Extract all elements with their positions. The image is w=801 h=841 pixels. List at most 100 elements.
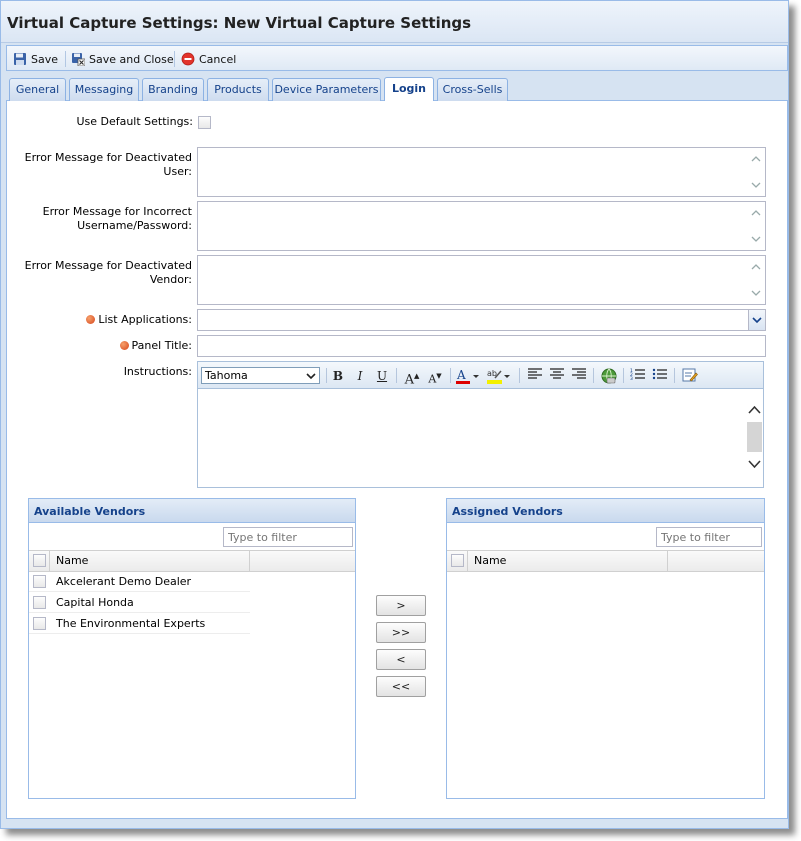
tab-products[interactable]: Products <box>207 78 269 101</box>
save-close-icon <box>72 53 85 66</box>
login-panel: Use Default Settings: Error Message for … <box>6 101 788 819</box>
use-default-label: Use Default Settings: <box>76 115 193 128</box>
chevron-up-icon <box>751 156 761 162</box>
align-right-icon[interactable] <box>570 367 588 385</box>
tab-device-parameters[interactable]: Device Parameters <box>272 78 381 101</box>
incorrect-login-label: Error Message for Incorrect Username/Pas… <box>42 205 192 232</box>
window-title: Virtual Capture Settings: New Virtual Ca… <box>7 14 472 32</box>
list-applications-combo[interactable] <box>197 309 766 331</box>
vendor-name: Capital Honda <box>56 596 134 609</box>
tab-login[interactable]: Login <box>384 77 434 102</box>
panel-title-label: Panel Title: <box>131 339 192 352</box>
align-left-icon[interactable] <box>526 367 544 385</box>
column-header-name[interactable]: Name <box>468 551 668 571</box>
textarea-scrollbar[interactable] <box>748 256 765 304</box>
svg-text:3: 3 <box>630 376 633 381</box>
source-edit-glyph-icon <box>682 368 698 382</box>
assigned-vendors-panel: Assigned Vendors Name <box>446 498 765 799</box>
toolbar: Save Save and Close Cancel <box>6 45 788 71</box>
use-default-checkbox[interactable] <box>198 116 211 129</box>
floppy-disk-icon <box>14 53 26 65</box>
textarea-scrollbar[interactable] <box>748 202 765 250</box>
bulleted-list-icon[interactable] <box>651 367 669 385</box>
assigned-grid-header: Name <box>447 550 764 572</box>
font-family-value: Tahoma <box>205 369 248 382</box>
tab-cross-sells[interactable]: Cross-Sells <box>437 78 508 101</box>
remove-all-button[interactable]: << <box>376 676 426 697</box>
save-and-close-button[interactable]: Save and Close <box>71 50 174 68</box>
instructions-editor[interactable]: Tahoma B I U A▲ A▼ A ab 1 2 3 <box>197 361 764 488</box>
assigned-vendors-title: Assigned Vendors <box>447 499 764 523</box>
tab-branding[interactable]: Branding <box>142 78 204 101</box>
highlight-color-icon[interactable]: ab <box>486 367 512 385</box>
font-color-glyph-icon: A <box>456 368 479 384</box>
row-checkbox[interactable] <box>33 575 46 588</box>
vendor-name: The Environmental Experts <box>56 617 206 630</box>
numbered-list-icon[interactable]: 123 <box>629 367 647 385</box>
textarea-scrollbar[interactable] <box>748 148 765 196</box>
toolbar-separator <box>396 368 397 383</box>
tab-general[interactable]: General <box>9 78 66 101</box>
chevron-down-icon <box>751 182 761 188</box>
list-applications-label: List Applications: <box>98 313 192 326</box>
incorrect-login-textarea[interactable] <box>197 201 766 251</box>
cancel-button[interactable]: Cancel <box>181 50 236 68</box>
add-selected-button[interactable]: > <box>376 595 426 616</box>
table-row[interactable]: The Environmental Experts <box>29 613 250 634</box>
align-right-glyph-icon <box>572 368 586 379</box>
deactivated-vendor-textarea[interactable] <box>197 255 766 305</box>
select-all-checkbox[interactable] <box>451 554 464 567</box>
deactivated-user-textarea[interactable] <box>197 147 766 197</box>
chevron-up-icon <box>751 210 761 216</box>
font-size-increase-icon[interactable]: A▲ <box>403 367 421 387</box>
row-checkbox[interactable] <box>33 617 46 630</box>
available-vendors-panel: Available Vendors Name Akcelerant Demo D… <box>28 498 356 799</box>
svg-text:A: A <box>456 368 466 382</box>
align-left-glyph-icon <box>528 368 542 379</box>
chevron-down-icon <box>751 290 761 296</box>
list-applications-label-wrap: List Applications: <box>7 313 192 327</box>
row-checkbox[interactable] <box>33 596 46 609</box>
toolbar-separator <box>593 368 594 383</box>
vendor-name: Akcelerant Demo Dealer <box>56 575 192 588</box>
scrollbar-thumb[interactable] <box>747 422 762 452</box>
insert-link-icon[interactable] <box>600 367 618 385</box>
save-button[interactable]: Save <box>13 50 58 68</box>
select-all-checkbox[interactable] <box>33 554 46 567</box>
panel-title-label-wrap: Panel Title: <box>7 339 192 353</box>
chevron-down-icon <box>751 236 761 242</box>
panel-title-input[interactable] <box>197 335 766 357</box>
editor-toolbar: Tahoma B I U A▲ A▼ A ab 1 2 3 <box>198 362 763 389</box>
chevron-down-icon <box>748 460 761 469</box>
column-header-name[interactable]: Name <box>50 551 250 571</box>
table-row[interactable]: Akcelerant Demo Dealer <box>29 571 250 592</box>
editor-scrollbar[interactable] <box>746 389 763 487</box>
unordered-list-glyph-icon <box>652 368 667 380</box>
required-indicator-icon <box>119 341 129 350</box>
toolbar-separator <box>623 368 624 383</box>
remove-selected-button[interactable]: < <box>376 649 426 670</box>
tab-messaging[interactable]: Messaging <box>69 78 139 101</box>
chevron-down-icon <box>306 373 316 380</box>
assigned-filter-input[interactable] <box>656 527 762 547</box>
font-color-icon[interactable]: A <box>455 367 481 385</box>
add-all-button[interactable]: >> <box>376 622 426 643</box>
chevron-up-icon <box>748 405 761 414</box>
combo-trigger[interactable] <box>748 310 765 330</box>
deactivated-user-label: Error Message for Deactivated User: <box>24 151 192 178</box>
bold-icon[interactable]: B <box>329 367 347 385</box>
table-row[interactable]: Capital Honda <box>29 592 250 613</box>
font-family-select[interactable]: Tahoma <box>201 367 320 384</box>
chevron-up-icon <box>751 264 761 270</box>
toolbar-separator <box>450 368 451 383</box>
source-edit-icon[interactable] <box>681 367 699 385</box>
font-size-decrease-icon[interactable]: A▼ <box>426 367 444 386</box>
available-grid-header: Name <box>29 550 355 572</box>
align-center-icon[interactable] <box>548 367 566 385</box>
italic-icon[interactable]: I <box>351 367 369 385</box>
header-checkbox-cell <box>29 551 50 571</box>
align-center-glyph-icon <box>550 368 564 379</box>
toolbar-separator <box>674 368 675 383</box>
underline-icon[interactable]: U <box>373 367 391 385</box>
available-filter-input[interactable] <box>223 527 353 547</box>
